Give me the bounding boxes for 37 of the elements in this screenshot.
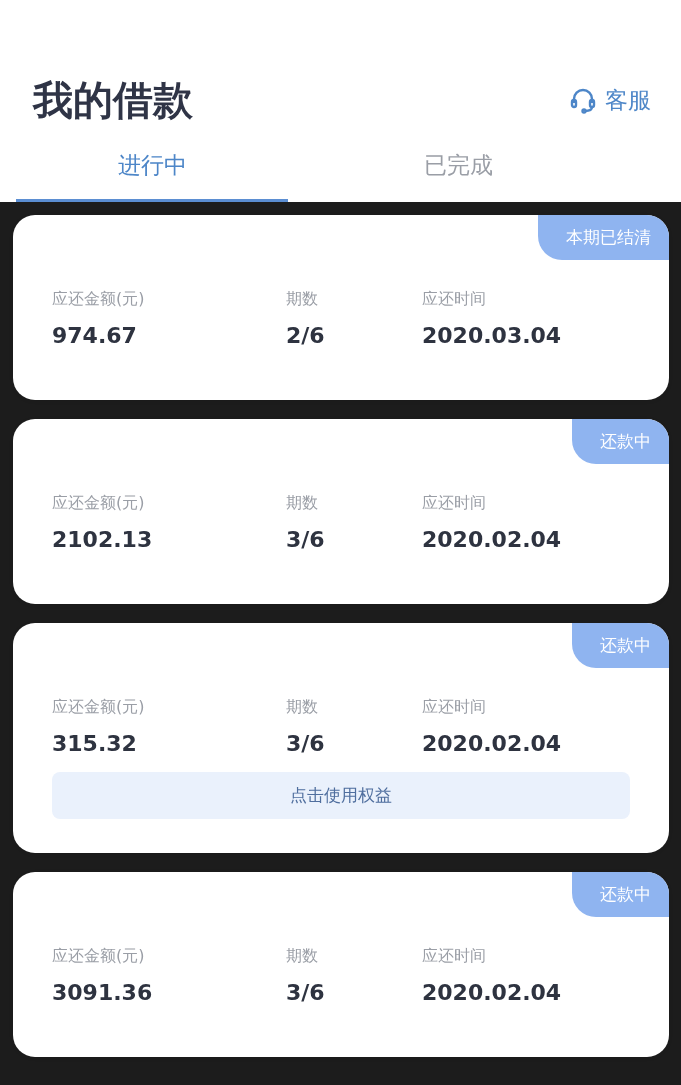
due-date-label: 应还时间 xyxy=(422,945,487,967)
due-date-value: 2020.02.04 xyxy=(422,526,563,554)
loan-card[interactable]: 本期已结清 应还金额(元) 期数 应还时间 974.67 2/6 2020.03.04 xyxy=(13,215,669,400)
loan-card[interactable]: 还款中 应还金额(元) 期数 应还时间 2102.13 3/6 2020.02.04 xyxy=(13,419,669,604)
amount-value: 3091.36 xyxy=(52,979,154,1007)
period-value: 3/6 xyxy=(286,730,326,758)
period-label: 期数 xyxy=(286,696,319,718)
page-title: 我的借款 xyxy=(33,75,193,125)
loan-card[interactable]: 还款中 应还金额(元) 期数 应还时间 3091.36 3/6 2020.02.04 xyxy=(13,872,669,1057)
period-label: 期数 xyxy=(286,492,319,514)
due-date-label: 应还时间 xyxy=(422,492,487,514)
due-date-value: 2020.02.04 xyxy=(422,979,563,1007)
amount-value: 315.32 xyxy=(52,730,138,758)
status-badge: 还款中 xyxy=(572,419,669,464)
period-value: 3/6 xyxy=(286,979,326,1007)
amount-value: 2102.13 xyxy=(52,526,154,554)
period-value: 3/6 xyxy=(286,526,326,554)
period-label: 期数 xyxy=(286,288,319,310)
amount-label: 应还金额(元) xyxy=(52,288,146,310)
amount-label: 应还金额(元) xyxy=(52,492,146,514)
amount-label: 应还金额(元) xyxy=(52,696,146,718)
period-label: 期数 xyxy=(286,945,319,967)
amount-value: 974.67 xyxy=(52,322,138,350)
status-badge: 还款中 xyxy=(572,872,669,917)
tab[interactable]: 进行中 xyxy=(16,146,288,202)
loan-card[interactable]: 还款中 应还金额(元) 期数 应还时间 315.32 3/6 2020.02.04 点击使用权益 xyxy=(13,623,669,853)
amount-label: 应还金额(元) xyxy=(52,945,146,967)
period-value: 2/6 xyxy=(286,322,326,350)
due-date-value: 2020.02.04 xyxy=(422,730,563,758)
due-date-label: 应还时间 xyxy=(422,696,487,718)
headset-icon xyxy=(569,86,597,114)
status-badge: 还款中 xyxy=(572,623,669,668)
due-date-value: 2020.03.04 xyxy=(422,322,563,350)
use-benefits-button[interactable]: 点击使用权益 xyxy=(52,772,630,819)
status-badge: 本期已结清 xyxy=(538,215,669,260)
customer-service-button[interactable]: 客服 xyxy=(569,84,651,116)
due-date-label: 应还时间 xyxy=(422,288,487,310)
